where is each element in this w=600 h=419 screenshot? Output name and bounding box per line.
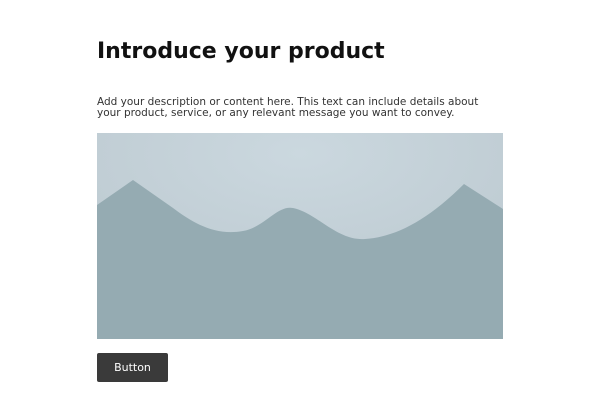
page: Introduce your product Add your descript… xyxy=(0,0,600,419)
landscape-placeholder-icon xyxy=(97,133,503,339)
placeholder-image xyxy=(97,133,503,339)
description-text: Add your description or content here. Th… xyxy=(97,96,479,119)
page-title: Introduce your product xyxy=(97,39,385,64)
primary-button[interactable]: Button xyxy=(97,353,168,382)
